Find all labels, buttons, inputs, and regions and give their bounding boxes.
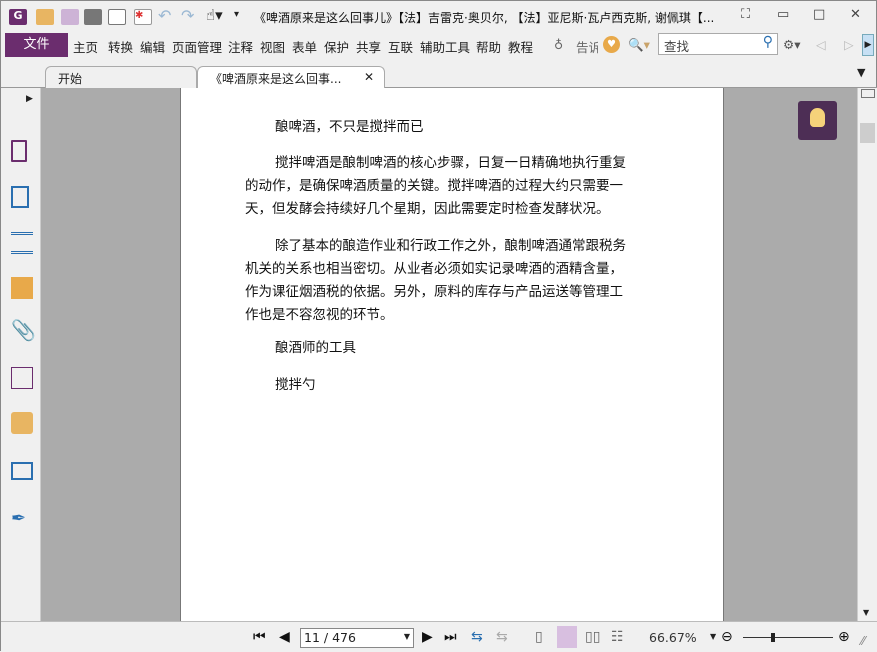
menu-view[interactable]: 视图 (260, 37, 285, 56)
minimize-button[interactable]: ▭ (777, 7, 789, 22)
form-fields-icon[interactable] (11, 462, 33, 480)
security-lock-icon[interactable] (11, 412, 33, 434)
continuous-facing-icon[interactable]: ☷ (611, 629, 624, 645)
tell-me-label[interactable]: 告诉 (576, 37, 598, 56)
search-input[interactable]: 查找 ⚲ (658, 33, 778, 55)
section-heading: 酿酒师的工具 (275, 340, 356, 356)
section-heading: 搅拌勺 (275, 377, 316, 393)
next-view-icon[interactable]: ⇆ (496, 629, 508, 645)
hand-tool-icon[interactable]: ☝▾ (206, 6, 223, 24)
open-folder-icon[interactable] (36, 9, 54, 25)
paragraph-line: 天，但发酵会持续好几个星期，因此需要定时检查发酵状况。 (245, 201, 610, 217)
search-placeholder: 查找 (664, 39, 690, 54)
search-icon[interactable]: ⚲ (763, 34, 773, 50)
paragraph-line: 作为课征烟酒税的依据。另外，原料的库存与产品运送等管理工 (245, 284, 623, 300)
paragraph-line: 搅拌啤酒是酿制啤酒的核心步骤，日复一日精确地执行重复 (275, 155, 626, 171)
layers-icon[interactable] (11, 232, 33, 254)
last-page-icon[interactable]: ⏭ (444, 629, 457, 645)
document-page: 酿啤酒，不只是搅拌而已 搅拌啤酒是酿制啤酒的核心步骤，日复一日精确地执行重复 的… (180, 88, 724, 621)
vertical-scrollbar[interactable]: ▼ (857, 88, 877, 621)
previous-view-icon[interactable]: ◁ (816, 37, 826, 52)
page-dropdown-icon[interactable]: ▼ (404, 632, 410, 641)
resize-grip-icon[interactable]: ⁄⁄ (861, 634, 865, 648)
zoom-slider[interactable] (743, 633, 833, 642)
menu-page-management[interactable]: 页面管理 (172, 37, 222, 56)
tab-label: 《啤酒原来是这么回事... (210, 72, 342, 86)
menu-share[interactable]: 共享 (356, 37, 381, 56)
tab-start[interactable]: 开始 (45, 66, 197, 89)
zoom-in-icon[interactable]: ⊕ (838, 629, 850, 645)
zoom-slider-thumb[interactable] (770, 633, 775, 642)
menu-form[interactable]: 表单 (292, 37, 317, 56)
menu-protect[interactable]: 保护 (324, 37, 349, 56)
menu-home[interactable]: 主页 (73, 37, 98, 56)
folder-search-icon[interactable]: 🔍▾ (628, 37, 650, 53)
menu-bar: 文件 主页 转换 编辑 页面管理 注释 视图 表单 保护 共享 互联 辅助工具 … (1, 32, 877, 58)
lightbulb-icon (810, 108, 825, 127)
comments-icon[interactable] (11, 277, 33, 299)
menu-help[interactable]: 帮助 (476, 37, 501, 56)
scroll-up-icon[interactable] (861, 89, 875, 98)
save-icon[interactable] (61, 9, 79, 25)
menu-tutorial[interactable]: 教程 (508, 37, 533, 56)
attachments-icon[interactable]: 📎 (11, 318, 36, 342)
previous-page-icon[interactable]: ◀ (279, 629, 290, 645)
tab-list-dropdown-icon[interactable]: ▼ (857, 66, 865, 79)
app-logo-icon: G (9, 9, 27, 25)
single-page-icon[interactable]: ▯ (535, 629, 543, 645)
continuous-page-icon[interactable] (557, 626, 577, 648)
close-button[interactable]: ✕ (850, 7, 861, 22)
navigation-panel: ▶ 📎 ✒ (1, 88, 41, 621)
heart-icon[interactable]: ♥ (603, 36, 620, 53)
tab-close-icon[interactable]: ✕ (364, 70, 374, 84)
page-thumbnails-icon[interactable] (11, 140, 27, 162)
maximize-button[interactable]: □ (813, 7, 825, 22)
print-icon[interactable] (84, 9, 102, 25)
customize-quick-access-icon[interactable]: ▾ (234, 9, 239, 20)
zoom-dropdown-icon[interactable]: ▼ (710, 632, 716, 641)
scroll-down-icon[interactable]: ▼ (863, 608, 869, 617)
previous-view-icon[interactable]: ⇆ (471, 629, 483, 645)
file-menu-button[interactable]: 文件 (5, 33, 68, 57)
title-bar: G ✱ ↶ ↷ ☝▾ ▾ 《啤酒原来是这么回事儿》【法】吉雷克·奥贝尔, 【法】… (1, 1, 877, 32)
tab-bar: 开始 《啤酒原来是这么回事... ✕ ▼ (1, 58, 877, 89)
section-heading: 酿啤酒，不只是搅拌而已 (275, 119, 424, 135)
zoom-level[interactable]: 66.67% (649, 630, 697, 645)
menu-comment[interactable]: 注释 (228, 37, 253, 56)
redo-icon[interactable]: ↷ (181, 6, 194, 25)
expand-panel-icon[interactable]: ▶ (26, 94, 33, 104)
page-number-value: 11 / 476 (304, 630, 356, 645)
settings-gear-icon[interactable]: ⚙▾ (783, 37, 800, 52)
paragraph-line: 作也是不容忽视的环节。 (245, 307, 394, 323)
status-bar: ⏮ ◀ 11 / 476 ▼ ▶ ⏭ ⇆ ⇆ ▯ ▯▯ ☷ 66.67% ▼ ⊖ … (1, 621, 877, 652)
fullscreen-icon[interactable]: ⛶ (741, 7, 750, 22)
menu-edit[interactable]: 编辑 (140, 37, 165, 56)
paragraph-line: 机关的关系也相当密切。从业者必须如实记录啤酒的酒精含量， (245, 261, 623, 277)
paragraph-line: 的动作，是确保啤酒质量的关键。搅拌啤酒的过程大约只需要一 (245, 178, 623, 194)
bookmarks-icon[interactable] (11, 186, 29, 208)
new-document-icon[interactable]: ✱ (134, 9, 152, 25)
page-number-input[interactable]: 11 / 476 ▼ (300, 628, 414, 648)
scroll-thumb[interactable] (860, 123, 875, 143)
ribbon-scroll-right-icon[interactable]: ▶ (862, 34, 874, 56)
first-page-icon[interactable]: ⏮ (253, 629, 266, 645)
tab-document[interactable]: 《啤酒原来是这么回事... ✕ (197, 66, 385, 89)
paragraph-line: 除了基本的酿造作业和行政工作之外，酿制啤酒通常跟税务 (275, 238, 626, 254)
email-icon[interactable] (108, 9, 126, 25)
undo-icon[interactable]: ↶ (158, 6, 171, 25)
menu-connect[interactable]: 互联 (388, 37, 413, 56)
tips-lightbulb-button[interactable] (798, 101, 837, 140)
menu-accessibility[interactable]: 辅助工具 (420, 37, 470, 56)
window-title: 《啤酒原来是这么回事儿》【法】吉雷克·奥贝尔, 【法】亚尼斯·瓦卢西克斯, 谢佩… (254, 11, 715, 25)
next-page-icon[interactable]: ▶ (422, 629, 433, 645)
menu-convert[interactable]: 转换 (108, 37, 133, 56)
lightbulb-icon[interactable]: ♁ (554, 37, 563, 52)
next-view-icon[interactable]: ▷ (844, 37, 854, 52)
certificate-pen-icon[interactable]: ✒ (11, 508, 26, 529)
signatures-icon[interactable] (11, 367, 33, 389)
tab-label: 开始 (58, 72, 83, 86)
zoom-out-icon[interactable]: ⊖ (721, 629, 733, 645)
facing-pages-icon[interactable]: ▯▯ (585, 629, 600, 645)
